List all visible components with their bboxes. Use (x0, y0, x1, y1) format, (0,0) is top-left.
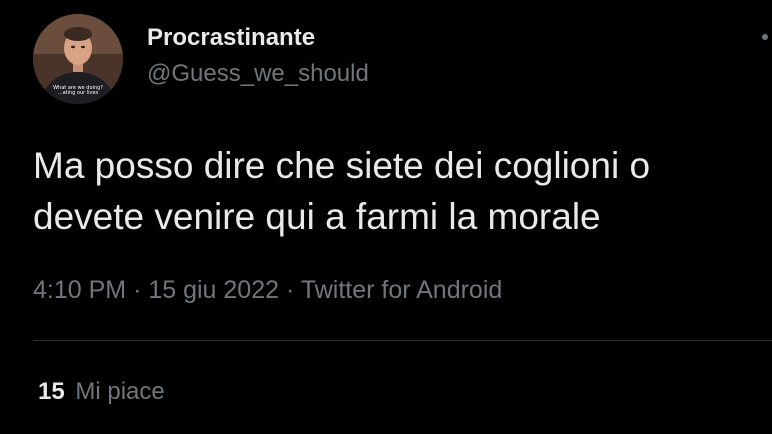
meta-separator: · (285, 276, 295, 304)
tweet-source[interactable]: Twitter for Android (301, 276, 502, 304)
more-options-icon[interactable] (762, 34, 768, 40)
meta-separator: · (133, 276, 142, 304)
likes-stat[interactable]: 15 Mi piace (38, 378, 165, 406)
tweet-time[interactable]: 4:10 PM (33, 276, 126, 304)
avatar[interactable]: What are we doing? ...ating our lives (33, 14, 123, 104)
likes-count: 15 (38, 378, 65, 405)
divider (33, 340, 772, 341)
author-display-name[interactable]: Procrastinante (147, 24, 315, 52)
avatar-caption-line: ...ating our lives (57, 90, 99, 96)
tweet-date[interactable]: 15 giu 2022 (148, 276, 279, 304)
author-handle[interactable]: @Guess_we_should (147, 60, 369, 88)
tweet-text: Ma posso dire che siete dei coglioni o d… (33, 145, 651, 237)
tweet-metadata: 4:10 PM · 15 giu 2022 · Twitter for Andr… (33, 276, 502, 305)
avatar-caption: What are we doing? ...ating our lives (33, 86, 123, 96)
likes-label: Mi piace (75, 378, 165, 405)
